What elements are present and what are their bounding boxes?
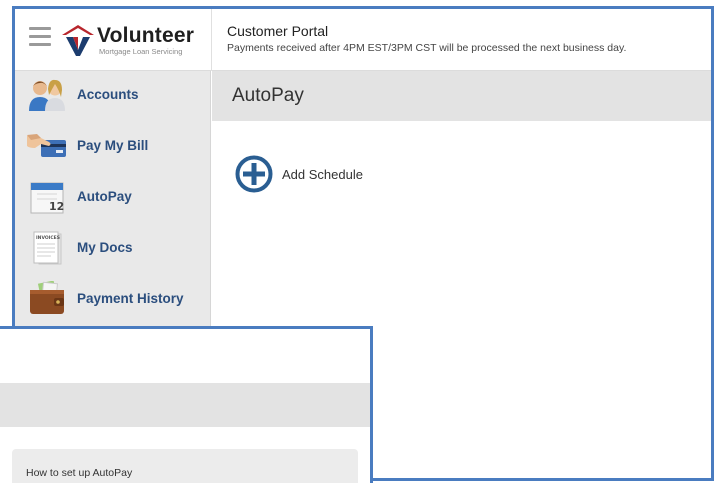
credit-card-icon xyxy=(27,128,67,164)
brand-tagline: Mortgage Loan Servicing xyxy=(99,47,183,56)
add-schedule-label: Add Schedule xyxy=(282,167,363,182)
inset-page-header xyxy=(0,383,370,427)
header-divider xyxy=(211,9,212,71)
users-icon xyxy=(27,77,67,113)
sidebar-item-accounts[interactable]: Accounts xyxy=(15,73,211,117)
sidebar-item-label: Payment History xyxy=(77,291,184,306)
how-to-autopay-card[interactable]: How to set up AutoPay xyxy=(12,449,358,483)
wallet-icon xyxy=(27,280,67,317)
svg-text:12: 12 xyxy=(49,200,64,213)
add-schedule-button[interactable]: Add Schedule xyxy=(234,154,394,198)
brand-name: Volunteer xyxy=(97,24,195,47)
page-title: AutoPay xyxy=(232,85,304,106)
brand-logo[interactable]: Volunteer Mortgage Loan Servicing xyxy=(61,21,201,61)
invoice-document-icon: INVOICES xyxy=(27,230,67,266)
sidebar-item-pay-my-bill[interactable]: Pay My Bill xyxy=(15,124,211,168)
payment-notice: Payments received after 4PM EST/3PM CST … xyxy=(227,42,627,54)
sidebar-item-payment-history[interactable]: Payment History xyxy=(15,277,211,321)
page-header: AutoPay xyxy=(212,71,711,121)
portal-title: Customer Portal xyxy=(227,23,329,39)
sidebar-item-autopay[interactable]: 12 AutoPay xyxy=(15,175,211,219)
svg-text:INVOICES: INVOICES xyxy=(36,235,60,241)
sidebar-item-label: Pay My Bill xyxy=(77,138,149,153)
menu-icon[interactable] xyxy=(29,27,51,49)
sidebar-item-label: AutoPay xyxy=(77,189,132,204)
top-bar: Volunteer Mortgage Loan Servicing Custom… xyxy=(15,9,711,71)
how-to-autopay-title: How to set up AutoPay xyxy=(26,467,133,479)
sidebar-item-my-docs[interactable]: INVOICES My Docs xyxy=(15,226,211,270)
sidebar-item-label: My Docs xyxy=(77,240,133,255)
inset-screenshot-frame: How to set up AutoPay xyxy=(0,326,373,483)
sidebar-item-label: Accounts xyxy=(77,87,139,102)
add-circle-icon xyxy=(235,155,273,193)
volunteer-logo-icon xyxy=(62,25,94,56)
calendar-icon: 12 xyxy=(27,179,67,215)
